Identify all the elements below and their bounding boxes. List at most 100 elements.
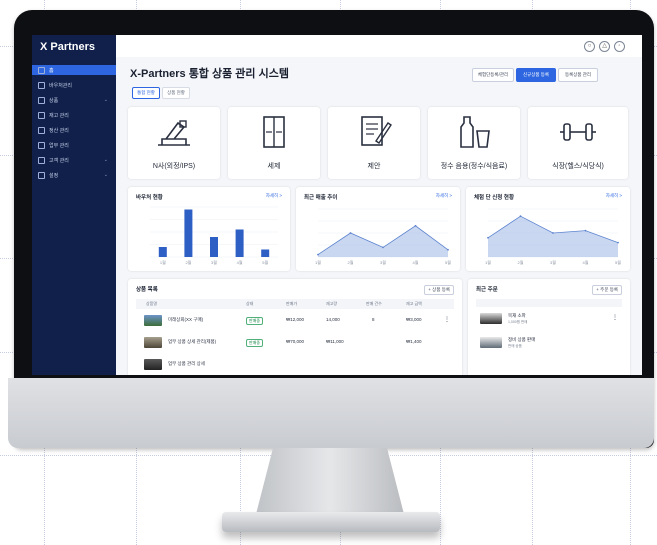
settings-icon[interactable]: ○: [584, 41, 595, 52]
data-point: [349, 232, 352, 234]
users-icon: [38, 156, 45, 164]
column-header: 재고량: [326, 301, 338, 306]
sales-chart-panel: 최근 매출 추이 자세히 > 1월 2월 3월 4월 5월: [296, 187, 460, 271]
experience-area-chart: 1월 2월 3월 4월 5월: [485, 208, 621, 265]
bar: [158, 247, 167, 257]
category-card-5[interactable]: 식장(헬스/식당식): [528, 107, 628, 179]
inventory-icon: [38, 111, 45, 119]
more-icon[interactable]: ⋮: [612, 314, 618, 321]
product-count: 8: [372, 317, 375, 322]
sidebar-item-label: 고객 관리: [49, 157, 69, 164]
category-label: 제안: [367, 163, 381, 170]
status-badge: 판매중: [246, 317, 264, 325]
sidebar-item-inventory[interactable]: 재고 관리: [32, 110, 116, 120]
table-header: 상품명 상태 판매가 재고량 판매 건수 재고 금액: [136, 299, 454, 309]
data-point: [552, 232, 554, 234]
product-name: 업무 상품 상세 관리(제품): [168, 339, 217, 344]
product-name: 미래상회(XX 구매): [168, 317, 204, 322]
home-icon: [38, 66, 45, 74]
x-tick-label: 2월: [185, 259, 191, 265]
app-logo[interactable]: X Partners: [40, 41, 95, 53]
order-thumbnail: [480, 337, 502, 348]
list-item[interactable]: 목재 소파 1,000원 판매 ⋮: [476, 313, 622, 329]
panel-title: 최근 주문: [476, 287, 498, 293]
appliance-icon: [158, 120, 190, 146]
product-name: 업무 상품 관리 상세: [168, 361, 205, 366]
table-row[interactable]: 미래상회(XX 구매) 판매중 ₩12,000 14,000 8 ₩3,000 …: [136, 315, 454, 331]
category-label: N사(외정/IPS): [152, 163, 196, 170]
data-point: [617, 241, 619, 244]
x-tick-label: 1월: [315, 259, 321, 265]
product-thumbnail: [144, 337, 162, 348]
list-item[interactable]: 정비 상품 판매 판매 상품: [476, 337, 622, 353]
sidebar-item-tasks[interactable]: 업무 관리: [32, 140, 116, 150]
data-point: [414, 224, 417, 227]
data-point: [487, 236, 489, 239]
order-name: 목재 소파: [508, 313, 526, 318]
chevron-down-icon: ⌄: [103, 97, 108, 103]
x-tick-label: 4월: [583, 259, 589, 265]
sidebar-item-customers[interactable]: 고객 관리 ⌄: [32, 155, 116, 165]
sidebar-item-label: 정산 관리: [49, 127, 69, 134]
product-amount: ₩1,400: [406, 339, 422, 344]
settlement-icon: [38, 126, 45, 134]
add-order-button[interactable]: + 주문 등록: [592, 285, 622, 295]
monitor-stand-foot: [222, 512, 440, 532]
column-header: 판매 건수: [366, 301, 382, 306]
sales-area-chart: 1월 2월 3월 4월 5월: [315, 208, 451, 265]
chevron-down-icon: ⌄: [103, 157, 108, 163]
x-tick-label: 2월: [348, 259, 354, 265]
table-header: [476, 299, 622, 307]
sidebar-item-label: 상품: [49, 97, 59, 104]
data-point: [447, 248, 449, 251]
user-icon[interactable]: ◦: [614, 41, 625, 52]
category-card-3[interactable]: 제안: [328, 107, 420, 179]
bell-icon[interactable]: △: [599, 41, 610, 52]
sidebar-item-label: 업무 관리: [49, 142, 69, 149]
header-button-manage-products[interactable]: 등록상품 관리: [558, 68, 598, 82]
order-sub: 판매 상품: [508, 344, 522, 348]
order-thumbnail: [480, 313, 502, 324]
page-title: X-Partners 통합 상품 관리 시스템: [130, 68, 289, 80]
bar-chart-panel: 바우처 현황 자세히 > 1월 2월 3월 4월 5월: [128, 187, 290, 271]
header-button-new-product[interactable]: 신규상품 등록: [516, 68, 556, 82]
tab-products[interactable]: 상품 현황: [162, 87, 190, 99]
bar: [261, 249, 270, 257]
box-icon: [38, 96, 45, 104]
order-name: 정비 상품 판매: [508, 337, 536, 342]
x-tick-label: 1월: [160, 259, 166, 265]
more-icon[interactable]: ⋮: [444, 316, 450, 323]
category-card-1[interactable]: N사(외정/IPS): [128, 107, 220, 179]
orders-panel: 최근 주문 + 주문 등록 목재 소파 1,000원 판매 ⋮ 정비 상품 판매…: [468, 279, 630, 375]
sidebar-item-home[interactable]: 홈: [32, 65, 116, 75]
sidebar-item-settlement[interactable]: 정산 관리: [32, 125, 116, 135]
panel-title: 상품 목록: [136, 287, 158, 293]
column-header: 상태: [246, 301, 254, 306]
category-label: 식장(헬스/식당식): [552, 163, 604, 170]
data-point: [584, 229, 587, 232]
tab-overview[interactable]: 통합 현황: [132, 87, 160, 99]
document-edit-icon: [361, 116, 392, 146]
bar: [210, 237, 218, 257]
sidebar-item-products[interactable]: 상품 ⌄: [32, 95, 116, 105]
sidebar-item-voucher[interactable]: 바우처관리: [32, 80, 116, 90]
bar-chart: 1월 2월 3월 4월 5월: [150, 206, 278, 265]
sidebar-item-settings[interactable]: 설정 ⌄: [32, 170, 116, 180]
add-product-button[interactable]: + 상품 등록: [424, 285, 454, 295]
product-stock: 14,000: [326, 317, 340, 322]
category-card-2[interactable]: 세제: [228, 107, 320, 179]
monitor-stand-neck: [255, 448, 405, 518]
x-tick-label: 4월: [413, 259, 419, 265]
x-tick-label: 3월: [380, 259, 386, 265]
x-tick-label: 5월: [615, 259, 621, 265]
category-card-4[interactable]: 정수 음용(정수/식음료): [428, 107, 520, 179]
data-point: [317, 253, 319, 256]
cabinet-icon: [263, 116, 285, 148]
header-button-experience[interactable]: 체험단등록/관리: [472, 68, 514, 82]
table-row[interactable]: 업무 상품 관리 상세: [136, 359, 454, 375]
tasks-icon: [38, 141, 45, 149]
gear-icon: [38, 171, 45, 179]
product-price: ₩70,000: [286, 339, 305, 344]
category-label: 세제: [267, 163, 281, 170]
table-row[interactable]: 업무 상품 상세 관리(제품) 판매중 ₩70,000 ₩11,000 ₩1,4…: [136, 337, 454, 353]
